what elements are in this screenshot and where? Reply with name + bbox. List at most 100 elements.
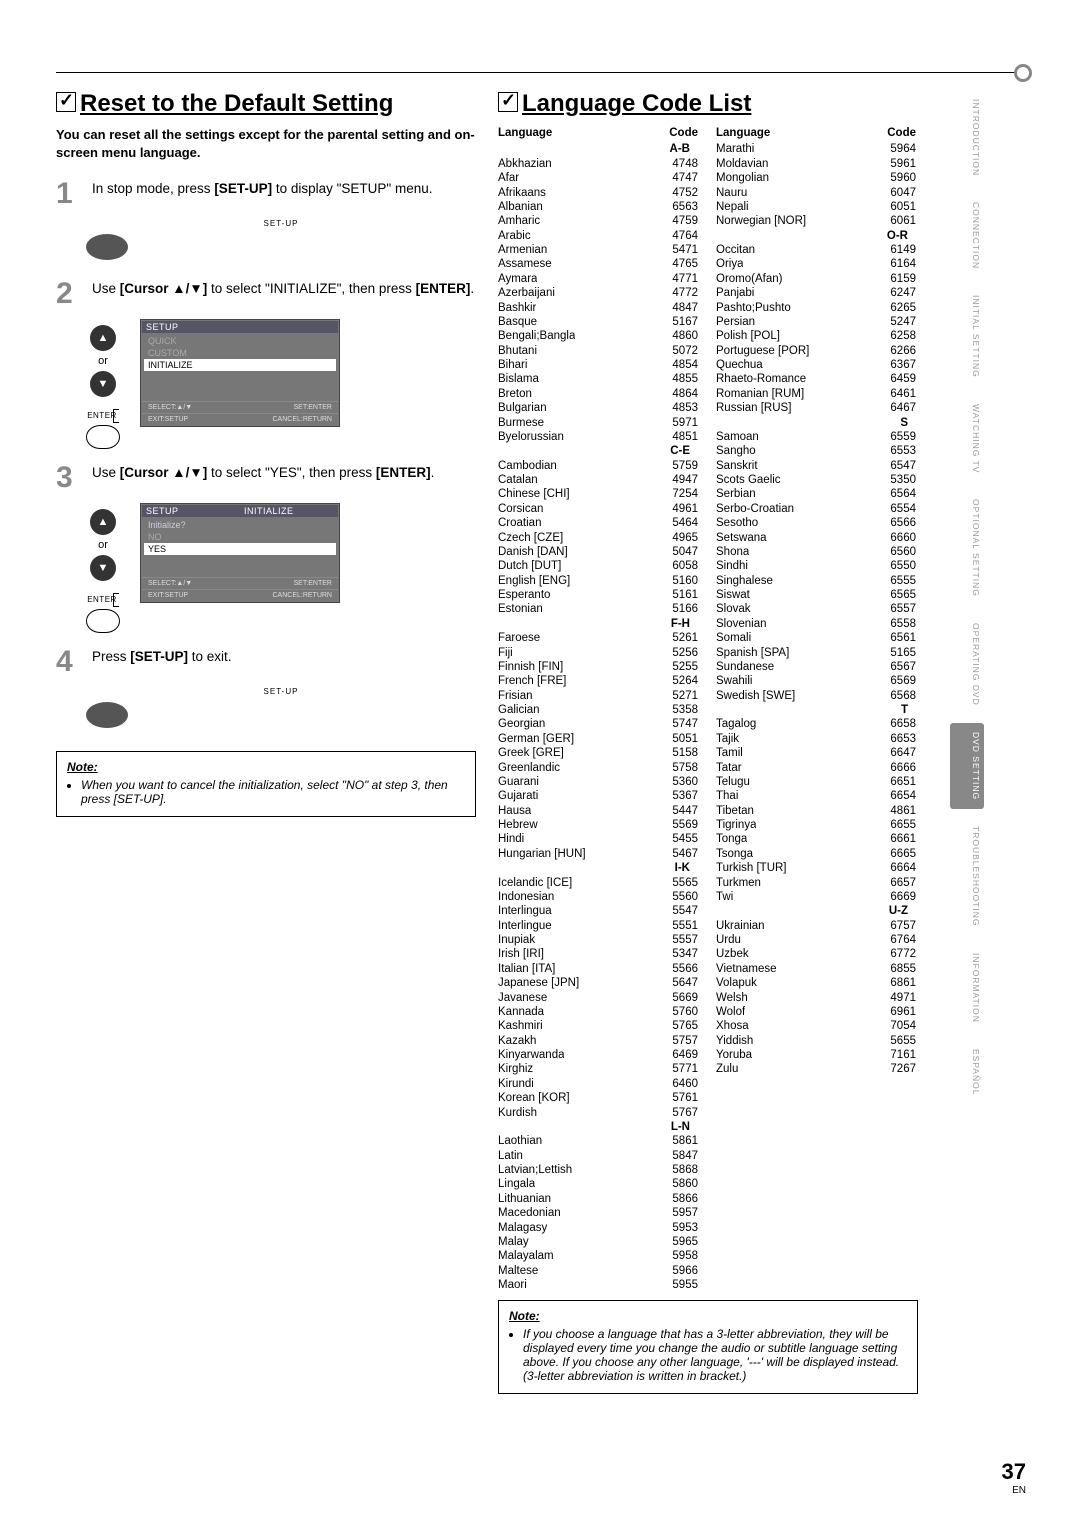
lang-name: Inupiak bbox=[498, 933, 535, 947]
lang-name: Latin bbox=[498, 1149, 523, 1163]
page-number: 37 bbox=[1002, 1459, 1026, 1485]
side-tab[interactable]: INTRODUCTION bbox=[950, 90, 984, 185]
lang-row: Breton4864 bbox=[498, 387, 698, 401]
lang-code: 6459 bbox=[890, 372, 916, 386]
lang-name: Urdu bbox=[716, 933, 741, 947]
lang-row: Rhaeto-Romance6459 bbox=[716, 372, 916, 386]
lang-code: 5447 bbox=[672, 804, 698, 818]
left-column: Reset to the Default Setting You can res… bbox=[56, 90, 476, 1394]
lang-code: 6553 bbox=[890, 444, 916, 458]
side-tab[interactable]: OPERATING DVD bbox=[950, 614, 984, 715]
top-rule bbox=[56, 72, 1024, 73]
reset-title-text: Reset to the Default Setting bbox=[80, 90, 393, 117]
lang-row: Frisian5271 bbox=[498, 689, 698, 703]
lang-row: Malayalam5958 bbox=[498, 1249, 698, 1263]
lang-code: 4847 bbox=[672, 301, 698, 315]
lang-name: Lingala bbox=[498, 1177, 535, 1191]
side-tab[interactable]: CONNECTION bbox=[950, 193, 984, 278]
lang-code: 5350 bbox=[890, 473, 916, 487]
lang-name: Galician bbox=[498, 703, 540, 717]
lang-row: Tagalog6658 bbox=[716, 717, 916, 731]
lang-row: French [FRE]5264 bbox=[498, 674, 698, 688]
lang-row: Galician5358 bbox=[498, 703, 698, 717]
setup-button-icon bbox=[86, 234, 128, 260]
lang-name: Hindi bbox=[498, 832, 524, 846]
lang-name: Lithuanian bbox=[498, 1192, 551, 1206]
side-tab[interactable]: TROUBLESHOOTING bbox=[950, 817, 984, 935]
lang-name: Interlingue bbox=[498, 919, 552, 933]
lang-section-header: S bbox=[716, 416, 916, 430]
lang-row: Twi6669 bbox=[716, 890, 916, 904]
lang-row: Slovenian6558 bbox=[716, 617, 916, 631]
lang-name: Amharic bbox=[498, 214, 540, 228]
langlist-note: Note: If you choose a language that has … bbox=[498, 1300, 918, 1394]
side-tab[interactable]: OPTIONAL SETTING bbox=[950, 490, 984, 606]
lang-code: 5960 bbox=[890, 171, 916, 185]
lang-row: Laothian5861 bbox=[498, 1134, 698, 1148]
lang-name: Nauru bbox=[716, 186, 747, 200]
side-tab[interactable]: INITIAL SETTING bbox=[950, 286, 984, 387]
remote-cluster: ▲ or ▼ ENTER bbox=[86, 507, 120, 633]
lang-row: Marathi5964 bbox=[716, 142, 916, 156]
osd-item: NO bbox=[144, 531, 336, 543]
step-key: [ENTER] bbox=[416, 281, 471, 296]
lang-name: Yiddish bbox=[716, 1034, 753, 1048]
lang-code: 5860 bbox=[672, 1177, 698, 1191]
lang-row: Volapuk6861 bbox=[716, 976, 916, 990]
lang-row: Welsh4971 bbox=[716, 991, 916, 1005]
lang-code: 4860 bbox=[672, 329, 698, 343]
lang-code: 4861 bbox=[890, 804, 916, 818]
lang-code: 5966 bbox=[672, 1264, 698, 1278]
lang-name: Estonian bbox=[498, 602, 543, 616]
lang-row: Inupiak5557 bbox=[498, 933, 698, 947]
lang-row: Zulu7267 bbox=[716, 1062, 916, 1076]
lang-name: Armenian bbox=[498, 243, 547, 257]
lang-name: Icelandic [ICE] bbox=[498, 876, 572, 890]
lang-code: 6861 bbox=[890, 976, 916, 990]
lang-code: 4971 bbox=[890, 991, 916, 1005]
lang-code: 6651 bbox=[890, 775, 916, 789]
lang-row: Kashmiri5765 bbox=[498, 1019, 698, 1033]
osd-tab: INITIALIZE bbox=[240, 505, 338, 517]
lang-name: Occitan bbox=[716, 243, 755, 257]
step-number: 2 bbox=[56, 279, 82, 309]
lang-row: Hausa5447 bbox=[498, 804, 698, 818]
lang-row: Nauru6047 bbox=[716, 186, 916, 200]
lang-name: Uzbek bbox=[716, 947, 749, 961]
cursor-down-icon: ▼ bbox=[90, 555, 116, 581]
step-frag: In stop mode, press bbox=[92, 181, 214, 196]
side-tab[interactable]: WATCHING TV bbox=[950, 395, 984, 482]
lang-row: Tibetan4861 bbox=[716, 804, 916, 818]
step-key: [Cursor ▲/▼] bbox=[120, 281, 207, 296]
lang-name: Bhutani bbox=[498, 344, 537, 358]
lang-code: 4851 bbox=[672, 430, 698, 444]
osd-tab: SETUP bbox=[142, 505, 240, 517]
lang-row: Azerbaijani4772 bbox=[498, 286, 698, 300]
lang-row: Burmese5971 bbox=[498, 416, 698, 430]
side-tab[interactable]: DVD SETTING bbox=[950, 723, 984, 809]
lang-code: 5261 bbox=[672, 631, 698, 645]
lang-name: Yoruba bbox=[716, 1048, 752, 1062]
lang-code: 4853 bbox=[672, 401, 698, 415]
lang-row: Occitan6149 bbox=[716, 243, 916, 257]
step-key: [ENTER] bbox=[376, 465, 431, 480]
note-body: When you want to cancel the initializati… bbox=[81, 778, 465, 806]
lang-code: 5271 bbox=[672, 689, 698, 703]
lang-row: Czech [CZE]4965 bbox=[498, 531, 698, 545]
lang-code: 5360 bbox=[672, 775, 698, 789]
lang-name: Oromo(Afan) bbox=[716, 272, 782, 286]
lang-row: Japanese [JPN]5647 bbox=[498, 976, 698, 990]
lang-code: 5765 bbox=[672, 1019, 698, 1033]
lang-code: 6159 bbox=[890, 272, 916, 286]
osd-tab: SETUP bbox=[142, 321, 338, 333]
side-tab[interactable]: INFORMATION bbox=[950, 944, 984, 1032]
lang-row: Oromo(Afan) 6159 bbox=[716, 272, 916, 286]
step-key: [Cursor ▲/▼] bbox=[120, 465, 207, 480]
lang-code: 6569 bbox=[890, 674, 916, 688]
lang-code: 5051 bbox=[672, 732, 698, 746]
lang-code: 5958 bbox=[672, 1249, 698, 1263]
lang-name: Mongolian bbox=[716, 171, 769, 185]
lang-code: 4771 bbox=[672, 272, 698, 286]
lang-code: 6855 bbox=[890, 962, 916, 976]
side-tab[interactable]: ESPAÑOL bbox=[950, 1040, 984, 1105]
